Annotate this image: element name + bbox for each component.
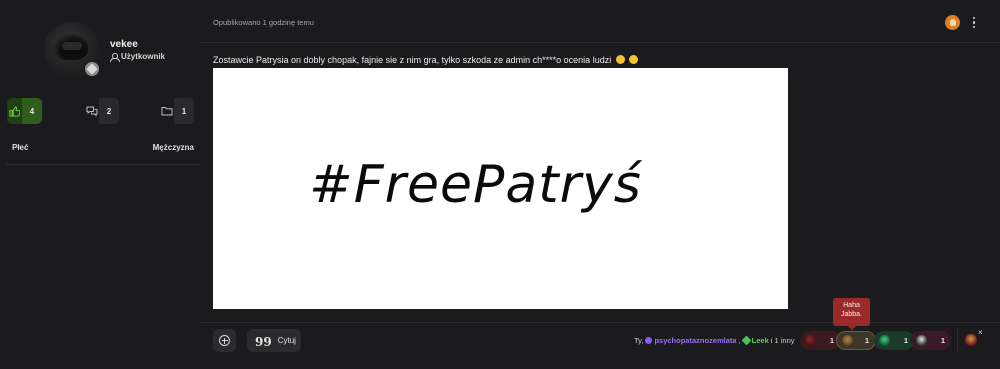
author-role-label: Użytkownik — [121, 52, 166, 61]
plus-circle-icon — [219, 335, 230, 346]
posts-stat[interactable]: 2 — [84, 98, 119, 124]
reaction-icon — [741, 335, 752, 346]
author-username[interactable]: vekee — [110, 39, 138, 50]
reaction-pill[interactable]: 1 — [800, 331, 840, 350]
reaction-count: 1 — [864, 336, 869, 345]
files-stat[interactable]: 1 — [159, 98, 194, 124]
reaction-summary-separator: , — [738, 336, 741, 345]
author-panel: vekee Użytkownik 4 2 1 Płeć Mężczyzna — [0, 0, 200, 369]
post-image[interactable]: #FreePatryś — [213, 68, 788, 309]
post-image-text: #FreePatryś — [309, 154, 642, 215]
reactor-name: psychopataznozemlata — [654, 336, 737, 345]
profile-field-value: Mężczyzna — [152, 143, 194, 152]
reaction-pill[interactable]: 1 — [874, 331, 914, 350]
reputation-stat[interactable]: 4 — [7, 98, 42, 124]
reaction-icon — [645, 337, 653, 344]
divider — [6, 164, 200, 165]
files-count: 1 — [174, 98, 194, 124]
reaction-emoji-icon — [964, 334, 977, 346]
thumbs-up-icon — [7, 98, 22, 124]
viewer-avatar[interactable] — [945, 15, 960, 30]
smiling-emoji-icon — [629, 55, 639, 64]
multiquote-add-button[interactable] — [213, 329, 236, 352]
reactor-link[interactable]: psychopataznozemlata — [645, 336, 737, 345]
reactor-link[interactable]: Leek — [741, 335, 769, 346]
author-role: Użytkownik — [110, 52, 166, 62]
profile-field-label: Płeć — [12, 143, 29, 152]
reaction-summary-suffix[interactable]: i 1 inny — [771, 336, 795, 345]
posts-count: 2 — [99, 98, 119, 124]
quote-label: Cytuj — [277, 336, 296, 345]
reputation-count: 4 — [22, 98, 42, 124]
reaction-emoji-icon — [805, 335, 816, 346]
divider — [200, 322, 1000, 323]
divider — [200, 42, 1000, 43]
post-text: Zostawcie Patrysia on dobly chopak, fajn… — [213, 55, 612, 65]
reaction-emoji-icon — [879, 335, 890, 346]
profile-field-gender: Płeć Mężczyzna — [12, 143, 194, 152]
post-body-text: Zostawcie Patrysia on dobly chopak, fajn… — [213, 55, 639, 65]
tooltip-line: Haha — [843, 302, 860, 309]
more-options-icon[interactable] — [968, 15, 980, 30]
rank-badge-icon — [83, 60, 101, 78]
reaction-emoji-icon — [916, 335, 927, 346]
post-timestamp[interactable]: Opublikowano 1 godzinę temu — [213, 18, 314, 27]
reaction-count: 1 — [940, 336, 945, 345]
post-main: Opublikowano 1 godzinę temu Zostawcie Pa… — [200, 0, 1000, 369]
quote-icon: 99 — [255, 334, 272, 349]
close-icon[interactable]: × — [978, 328, 983, 337]
comments-icon — [84, 98, 99, 124]
reaction-summary-prefix: Ty, — [634, 336, 644, 345]
jabba-reaction-icon — [842, 335, 853, 346]
reaction-count: 1 — [829, 336, 834, 345]
grinning-emoji-icon — [615, 55, 625, 64]
reaction-pill[interactable]: 1 — [836, 331, 876, 350]
tooltip-line: Jabba. — [840, 311, 863, 319]
folder-icon — [159, 98, 174, 124]
reaction-pill[interactable]: 1 — [911, 331, 951, 350]
visor-graphic — [62, 42, 82, 50]
reaction-tooltip: Haha Jabba. — [833, 298, 870, 330]
reaction-count: 1 — [903, 336, 908, 345]
reaction-summary: Ty, psychopataznozemlata , Leek i 1 inny — [634, 335, 795, 346]
quote-button[interactable]: 99 Cytuj — [247, 329, 301, 352]
user-icon — [110, 52, 120, 62]
reactor-name: Leek — [751, 336, 769, 345]
